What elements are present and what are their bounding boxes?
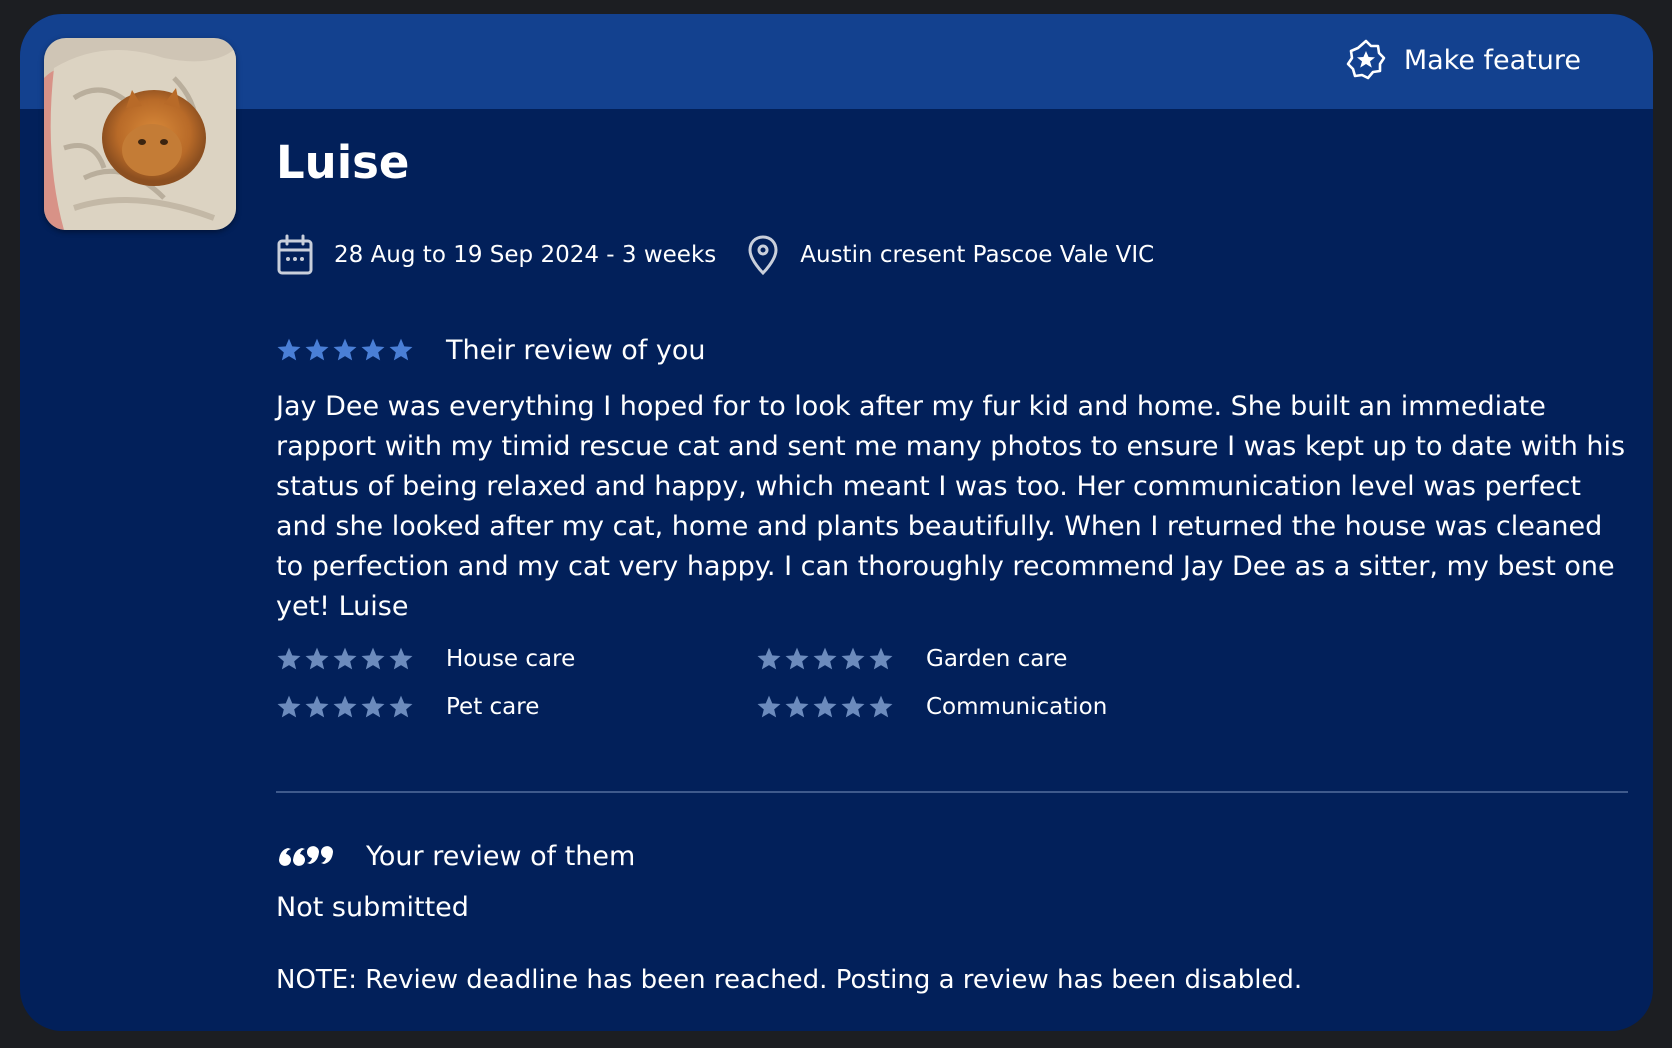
star-icon: [785, 647, 809, 670]
star-icon: [757, 647, 781, 670]
rating-pet-care: Pet care: [276, 694, 756, 720]
reviewer-name: Luise: [276, 136, 410, 189]
star-icon: [333, 338, 357, 361]
reviewer-avatar: [44, 38, 236, 230]
rating-communication: Communication: [756, 694, 1236, 720]
star-icon: [277, 647, 301, 670]
star-icon: [757, 695, 781, 718]
rating-label: Pet care: [446, 694, 540, 720]
star-icon: [389, 695, 413, 718]
rating-label: House care: [446, 646, 576, 672]
rating-stars: [756, 694, 894, 720]
calendar-icon: [277, 234, 313, 275]
star-icon: [389, 647, 413, 670]
star-icon: [361, 647, 385, 670]
stay-details: 28 Aug to 19 Sep 2024 - 3 weeks Austin c…: [276, 230, 1154, 280]
rating-garden-care: Garden care: [756, 646, 1236, 672]
your-review-header: Your review of them: [276, 836, 635, 876]
quote-icon: [279, 846, 333, 866]
star-icon: [869, 647, 893, 670]
star-badge-icon: [1346, 39, 1386, 80]
star-icon: [361, 695, 385, 718]
star-icon: [389, 338, 413, 361]
their-review-header: Their review of you: [276, 330, 706, 370]
review-card: Make feature Luise 28 Aug to 19 Sep 2024…: [20, 14, 1653, 1031]
star-icon: [361, 338, 385, 361]
location-pin-icon: [748, 235, 778, 276]
star-icon: [333, 695, 357, 718]
rating-stars: [756, 646, 894, 672]
star-icon: [305, 338, 329, 361]
star-icon: [305, 647, 329, 670]
their-review-text: Jay Dee was everything I hoped for to lo…: [276, 391, 1626, 622]
star-icon: [277, 338, 301, 361]
make-feature-label: Make feature: [1403, 44, 1581, 76]
star-icon: [869, 695, 893, 718]
their-review-label: Their review of you: [446, 334, 706, 366]
rating-house-care: House care: [276, 646, 756, 672]
category-ratings: House care Garden care Pet care Communic…: [276, 646, 1236, 720]
rating-label: Garden care: [926, 646, 1068, 672]
star-icon: [813, 695, 837, 718]
make-feature-button[interactable]: Make feature: [1344, 38, 1581, 82]
star-icon: [841, 647, 865, 670]
star-icon: [305, 695, 329, 718]
review-deadline-note: NOTE: Review deadline has been reached. …: [276, 965, 1303, 995]
rating-label: Communication: [926, 694, 1108, 720]
star-icon: [277, 695, 301, 718]
star-icon: [813, 647, 837, 670]
your-review-label: Your review of them: [366, 840, 636, 872]
review-status: Not submitted: [276, 892, 469, 923]
stay-location: Austin cresent Pascoe Vale VIC: [800, 242, 1155, 268]
section-divider: [276, 791, 1628, 793]
star-icon: [785, 695, 809, 718]
their-rating-stars: [276, 337, 414, 363]
rating-stars: [276, 694, 414, 720]
star-icon: [333, 647, 357, 670]
rating-stars: [276, 646, 414, 672]
star-icon: [841, 695, 865, 718]
stay-dates: 28 Aug to 19 Sep 2024 - 3 weeks: [334, 242, 717, 268]
